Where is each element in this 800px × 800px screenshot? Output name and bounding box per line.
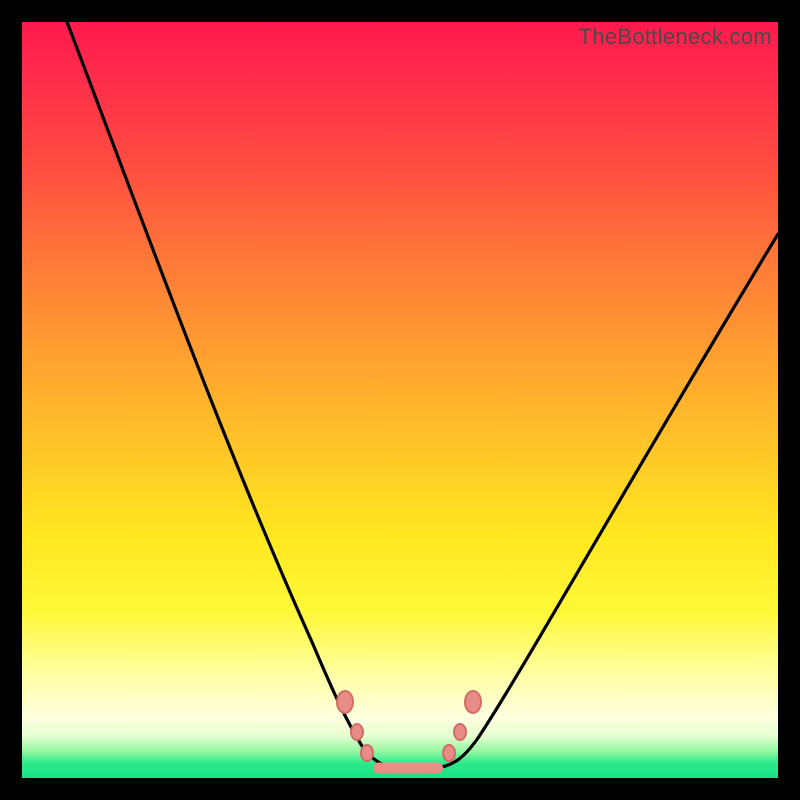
curve-marker xyxy=(464,690,482,714)
curve-marker xyxy=(336,690,354,714)
bottleneck-curve xyxy=(22,22,778,778)
chart-frame: TheBottleneck.com xyxy=(0,0,800,800)
curve-path xyxy=(67,22,778,768)
watermark-text: TheBottleneck.com xyxy=(579,24,772,50)
curve-marker xyxy=(350,723,364,741)
curve-marker xyxy=(442,744,456,762)
curve-flat-band xyxy=(373,763,443,774)
curve-marker xyxy=(360,744,374,762)
curve-marker xyxy=(453,723,467,741)
plot-area: TheBottleneck.com xyxy=(22,22,778,778)
